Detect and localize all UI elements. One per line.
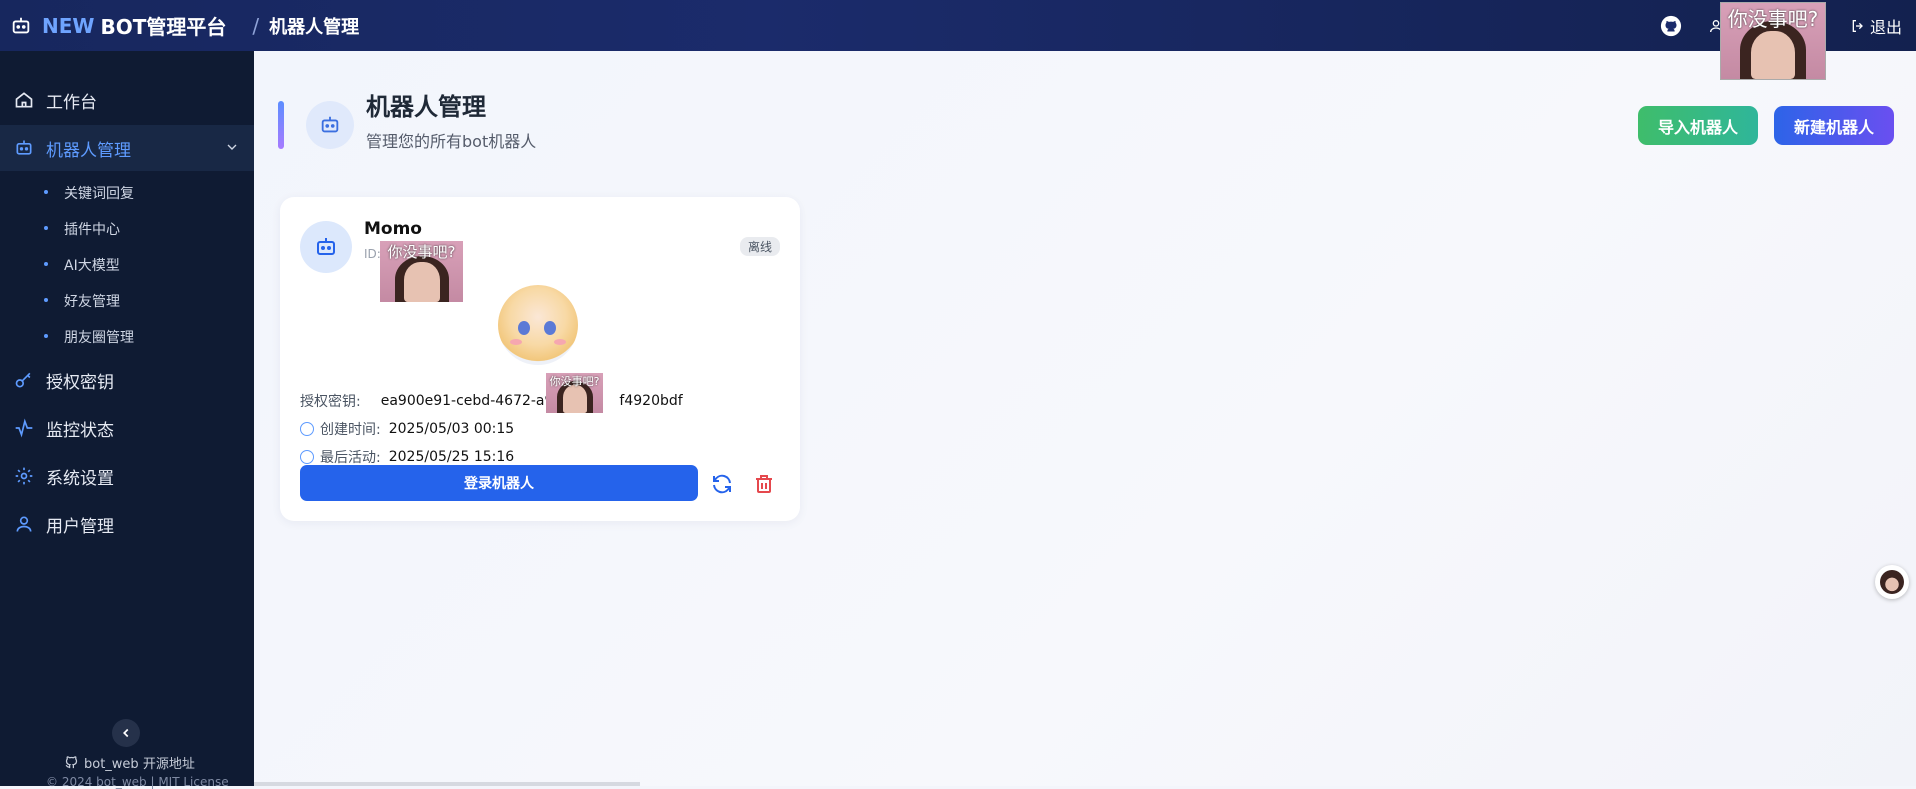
sidebar-item-settings[interactable]: 系统设置 (0, 453, 254, 499)
avatar-blush (554, 339, 566, 345)
sidebar-item-label: 机器人管理 (46, 140, 131, 161)
sidebar-item-robots[interactable]: 机器人管理 (0, 125, 254, 171)
sticker-face (403, 262, 440, 302)
meme-sticker-key[interactable]: 你没事吧? (546, 373, 603, 413)
sidebar-item-auth-keys[interactable]: 授权密钥 (0, 357, 254, 403)
sidebar-subitem-label: 关键词回复 (64, 186, 134, 202)
gear-icon (15, 467, 33, 485)
robot-logo-icon (10, 15, 32, 37)
page-subtitle: 管理您的所有bot机器人 (366, 132, 537, 151)
auth-key-label: 授权密钥: (300, 394, 361, 410)
bot-avatar (498, 285, 578, 365)
sidebar-item-label: 监控状态 (46, 420, 114, 441)
sticker-face (562, 385, 587, 413)
brand[interactable]: NEW BOT管理平台 (10, 11, 226, 40)
sidebar-item-label: 系统设置 (46, 468, 114, 489)
main-content: 机器人管理 管理您的所有bot机器人 导入机器人 新建机器人 Momo ID: … (254, 51, 1916, 786)
login-robot-button[interactable]: 登录机器人 (300, 465, 698, 501)
refresh-icon[interactable] (710, 472, 734, 496)
github-icon[interactable] (1660, 15, 1682, 37)
bot-name: Momo (364, 219, 422, 239)
sticker-caption: 你没事吧? (1727, 7, 1819, 31)
bullet-icon (44, 262, 48, 266)
status-badge: 离线 (740, 237, 781, 256)
robot-icon (300, 221, 352, 273)
sidebar-item-label: 用户管理 (46, 516, 114, 537)
sidebar-subitem-label: 朋友圈管理 (64, 330, 134, 346)
clock-icon (300, 450, 314, 464)
bot-id: ID: (364, 247, 381, 261)
auth-key-value[interactable]: ea900e91-cebd-4672-a9 (381, 393, 554, 409)
sidebar-subitem-label: AI大模型 (64, 258, 120, 274)
sidebar-item-dashboard[interactable]: 工作台 (0, 77, 254, 123)
clock-icon (300, 422, 314, 436)
brand-new: NEW (42, 13, 95, 38)
logout-icon (1852, 19, 1863, 32)
sticker-caption: 你没事吧? (387, 243, 456, 261)
sidebar: 工作台 机器人管理 关键词回复 插件中心 AI大模型 好友管理 朋友圈管理 授权… (0, 51, 254, 789)
bot-card: Momo ID: 离线 授权密钥: ea900e91-cebd-4672-a9 … (280, 197, 800, 521)
repo-link[interactable]: bot_web 开源地址 (64, 753, 195, 772)
sidebar-subitem-label: 好友管理 (64, 294, 120, 310)
breadcrumb-separator: / (252, 13, 260, 38)
avatar-blush (510, 339, 522, 345)
sidebar-subitem-friends[interactable]: 好友管理 (0, 285, 254, 315)
chevron-left-icon (123, 728, 129, 738)
avatar-eye (544, 321, 556, 335)
logout-button[interactable]: 退出 (1850, 14, 1902, 38)
avatar (1880, 570, 1904, 594)
sidebar-subitem-label: 插件中心 (64, 222, 120, 238)
activity-icon (15, 418, 33, 438)
horizontal-scrollbar[interactable] (254, 782, 640, 786)
github-icon (65, 756, 78, 769)
collapse-sidebar-button[interactable] (112, 719, 140, 747)
title-accent-bar (278, 101, 284, 149)
sticker-caption: 你没事吧? (549, 375, 600, 388)
copyright: © 2024 bot_web | MIT License (46, 775, 229, 789)
sidebar-subitem-moments[interactable]: 朋友圈管理 (0, 321, 254, 351)
repo-link-label: bot_web 开源地址 (84, 757, 195, 772)
bullet-icon (44, 226, 48, 230)
sidebar-subitem-plugins[interactable]: 插件中心 (0, 213, 254, 243)
avatar-eye (518, 321, 530, 335)
sidebar-item-label: 工作台 (46, 92, 97, 113)
logout-label: 退出 (1869, 17, 1902, 37)
sidebar-item-monitor[interactable]: 监控状态 (0, 405, 254, 451)
created-time-label: 创建时间: (320, 422, 381, 438)
new-robot-button[interactable]: 新建机器人 (1774, 106, 1894, 145)
user-icon (16, 516, 32, 532)
auth-key-value-tail: f4920bdf (619, 393, 683, 409)
sidebar-item-label: 授权密钥 (46, 372, 114, 393)
floating-avatar-button[interactable] (1875, 565, 1909, 599)
created-time-value: 2025/05/03 00:15 (388, 421, 515, 437)
import-robot-button[interactable]: 导入机器人 (1638, 106, 1758, 145)
last-active-value: 2025/05/25 15:16 (388, 449, 515, 465)
last-active-row: 最后活动: 2025/05/25 15:16 (300, 447, 514, 467)
bullet-icon (44, 190, 48, 194)
chevron-down-icon (227, 144, 237, 150)
meme-sticker-top[interactable]: 你没事吧? (1720, 2, 1826, 80)
sidebar-subitem-ai-model[interactable]: AI大模型 (0, 249, 254, 279)
breadcrumb: 机器人管理 (269, 16, 360, 38)
last-active-label: 最后活动: (320, 450, 381, 466)
brand-name: BOT管理平台 (100, 15, 227, 39)
auth-key-row: 授权密钥: ea900e91-cebd-4672-a9 f4920bdf (300, 391, 683, 411)
top-bar: NEW BOT管理平台 / 机器人管理 退出 (0, 0, 1916, 51)
robot-icon (16, 140, 32, 155)
trash-icon[interactable] (752, 472, 776, 496)
robot-icon (306, 101, 354, 149)
sidebar-item-users[interactable]: 用户管理 (0, 501, 254, 547)
meme-sticker-id[interactable]: 你没事吧? (380, 241, 463, 302)
bullet-icon (44, 334, 48, 338)
bullet-icon (44, 298, 48, 302)
sidebar-subitem-keyword-reply[interactable]: 关键词回复 (0, 177, 254, 207)
sticker-face (1751, 31, 1795, 79)
created-time-row: 创建时间: 2025/05/03 00:15 (300, 419, 514, 439)
home-icon (15, 92, 33, 108)
key-icon (15, 372, 31, 388)
page-title: 机器人管理 (366, 93, 486, 121)
